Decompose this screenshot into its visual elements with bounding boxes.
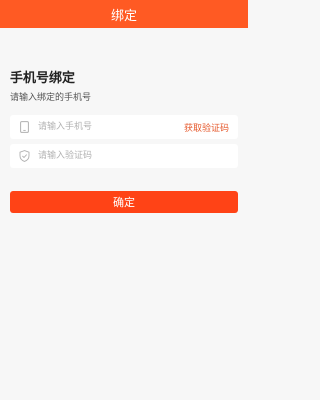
header-title: 绑定 (110, 8, 137, 24)
page-title: 手机号绑定 (10, 71, 76, 86)
verification-code-input[interactable] (38, 146, 238, 166)
confirm-button[interactable]: 确定 (10, 191, 238, 213)
phone-input[interactable] (38, 117, 184, 137)
get-code-button[interactable]: 获取验证码 (184, 121, 229, 134)
phone-field-container: 获取验证码 (10, 115, 238, 139)
code-field-container (10, 144, 238, 168)
app-header: 绑定 (0, 0, 248, 28)
phone-icon (18, 121, 30, 133)
page-subtitle: 请输入绑定的手机号 (10, 93, 92, 103)
shield-check-icon (18, 150, 30, 162)
